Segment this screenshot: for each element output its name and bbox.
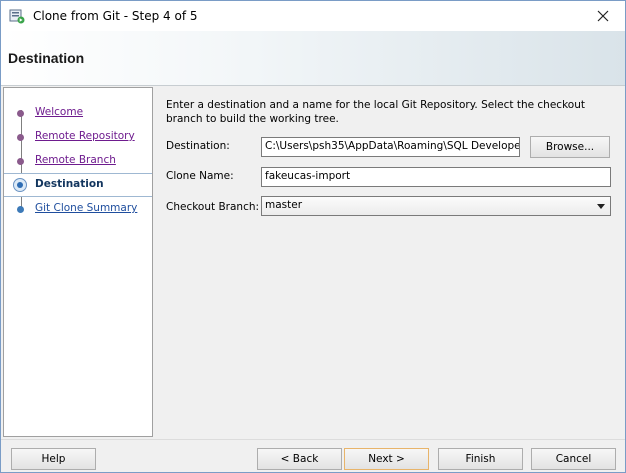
next-button[interactable]: Next > xyxy=(344,448,429,470)
window-title: Clone from Git - Step 4 of 5 xyxy=(33,9,198,23)
destination-label: Destination: xyxy=(166,140,230,152)
wizard-steps-nav: Welcome Remote Repository Remote Branch … xyxy=(3,87,153,437)
browse-button[interactable]: Browse... xyxy=(530,136,610,158)
checkout-branch-value: master xyxy=(265,199,303,211)
nav-step-label[interactable]: Remote Branch xyxy=(35,154,116,166)
step-dot-icon xyxy=(17,206,24,213)
checkout-branch-label: Checkout Branch: xyxy=(166,201,260,213)
current-step-icon xyxy=(13,178,27,192)
step-header: Destination xyxy=(1,31,625,86)
git-clone-icon xyxy=(9,9,25,24)
nav-step-label: Destination xyxy=(35,178,104,190)
close-icon xyxy=(597,10,609,22)
clone-name-input[interactable]: fakeucas-import xyxy=(261,167,611,187)
cancel-button[interactable]: Cancel xyxy=(531,448,616,470)
step-dot-icon xyxy=(17,110,24,117)
nav-step-label[interactable]: Git Clone Summary xyxy=(35,202,137,214)
wizard-window: Clone from Git - Step 4 of 5 Destination… xyxy=(0,0,626,473)
instructions-text: Enter a destination and a name for the l… xyxy=(166,99,585,125)
title-bar: Clone from Git - Step 4 of 5 xyxy=(1,1,625,31)
nav-step-label[interactable]: Remote Repository xyxy=(35,130,135,142)
step-dot-icon xyxy=(17,134,24,141)
nav-step-destination[interactable]: Destination xyxy=(4,173,152,197)
nav-step-git-clone-summary[interactable]: Git Clone Summary xyxy=(4,198,152,220)
chevron-down-icon xyxy=(597,204,605,209)
clone-name-label: Clone Name: xyxy=(166,170,234,182)
nav-step-label[interactable]: Welcome xyxy=(35,106,83,118)
destination-input[interactable]: C:\Users\psh35\AppData\Roaming\SQL Devel… xyxy=(261,137,520,157)
close-button[interactable] xyxy=(581,1,625,31)
checkout-branch-select[interactable]: master xyxy=(261,196,611,216)
back-button[interactable]: < Back xyxy=(257,448,342,470)
help-button[interactable]: Help xyxy=(11,448,96,470)
footer-divider xyxy=(1,439,625,440)
nav-step-welcome[interactable]: Welcome xyxy=(4,102,152,124)
nav-step-remote-branch[interactable]: Remote Branch xyxy=(4,150,152,172)
page-title: Destination xyxy=(8,50,85,66)
step-dot-icon xyxy=(17,158,24,165)
finish-button[interactable]: Finish xyxy=(438,448,523,470)
nav-step-remote-repository[interactable]: Remote Repository xyxy=(4,126,152,148)
